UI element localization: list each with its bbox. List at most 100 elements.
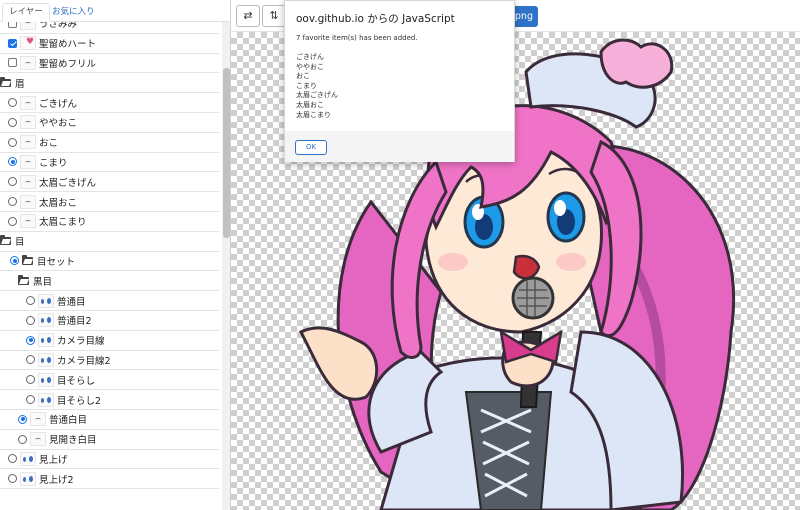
layer-row[interactable]: ごきげん xyxy=(0,93,219,113)
layer-row[interactable]: 見開き白目 xyxy=(0,430,219,450)
layer-row[interactable]: うさみみ xyxy=(0,22,219,34)
layer-radio[interactable] xyxy=(8,474,17,484)
layer-thumbnail xyxy=(38,392,54,407)
layer-radio[interactable] xyxy=(26,375,35,385)
layer-radio[interactable] xyxy=(18,434,27,444)
layer-row[interactable]: 普通白目 xyxy=(0,410,219,430)
layer-radio[interactable] xyxy=(8,177,17,187)
panel-tabs: レイヤー お気に入り xyxy=(0,0,230,22)
layer-row[interactable]: 目そらし xyxy=(0,370,219,391)
layer-checkbox[interactable] xyxy=(8,58,17,68)
layer-radio[interactable] xyxy=(8,98,17,108)
layer-row[interactable]: 太眉こまり xyxy=(0,212,219,232)
layer-tree-scrollbar[interactable] xyxy=(222,22,230,510)
layer-label: 見上げ2 xyxy=(39,474,74,486)
layer-radio[interactable] xyxy=(26,395,35,405)
layer-radio[interactable] xyxy=(8,137,17,147)
layer-radio[interactable] xyxy=(10,256,19,266)
layer-checkbox[interactable] xyxy=(8,22,17,28)
layer-thumbnail xyxy=(20,135,36,150)
layer-label: 黒目 xyxy=(33,276,53,288)
layer-thumbnail xyxy=(20,154,36,169)
layer-label: 普通白目 xyxy=(49,415,88,427)
layer-row[interactable]: 目そらし2 xyxy=(0,390,219,410)
tab-layers[interactable]: レイヤー xyxy=(2,3,50,22)
tab-favorites[interactable]: お気に入り xyxy=(45,3,102,22)
layer-radio[interactable] xyxy=(26,296,35,306)
layer-label: カメラ目線2 xyxy=(57,355,111,367)
layer-thumbnail xyxy=(20,194,36,209)
layer-radio[interactable] xyxy=(26,335,35,345)
layer-row[interactable]: おこ xyxy=(0,133,219,153)
dialog-list-item: 太眉ごきげん xyxy=(296,91,338,100)
layer-label: ややおこ xyxy=(39,118,78,130)
layer-label: 目セット xyxy=(37,256,76,268)
layer-radio[interactable] xyxy=(8,454,17,464)
folder-open-icon xyxy=(0,235,11,246)
cheek-right xyxy=(556,253,586,271)
layer-row[interactable]: 目 xyxy=(0,232,219,252)
layer-radio[interactable] xyxy=(8,157,17,167)
mouth xyxy=(512,254,541,280)
dialog-list-item: 太眉こまり xyxy=(296,110,331,119)
layer-label: 目 xyxy=(15,237,25,249)
layer-thumbnail xyxy=(20,95,36,110)
ok-button[interactable]: OK xyxy=(295,140,327,155)
eye-right-highlight xyxy=(554,200,566,216)
layer-radio[interactable] xyxy=(26,315,35,325)
layer-thumbnail xyxy=(38,352,54,367)
layer-row[interactable]: カメラ目線 xyxy=(0,331,219,351)
layer-radio[interactable] xyxy=(8,117,17,127)
layer-radio[interactable] xyxy=(26,355,35,365)
layer-row[interactable]: 聖留めハート xyxy=(0,34,219,54)
flip-horizontal-button[interactable]: ⇄ xyxy=(236,5,260,27)
layer-row[interactable]: 普通目 xyxy=(0,291,219,311)
dialog-list-item: おこ xyxy=(296,72,310,81)
layer-checkbox[interactable] xyxy=(8,38,17,48)
layer-label: 目そらし xyxy=(57,375,96,387)
layer-row[interactable]: 普通目2 xyxy=(0,311,219,331)
layer-row[interactable]: 太眉ごきげん xyxy=(0,172,219,193)
layer-label: 見開き白目 xyxy=(49,435,97,447)
layer-radio[interactable] xyxy=(8,216,17,226)
layer-row[interactable]: 目セット xyxy=(0,252,219,272)
layer-row[interactable]: 太眉おこ xyxy=(0,192,219,212)
layer-row[interactable]: ややおこ xyxy=(0,113,219,133)
layer-row[interactable]: カメラ目線2 xyxy=(0,351,219,371)
folder-open-icon xyxy=(18,274,29,285)
dialog-message: 7 favorite item(s) has been added. xyxy=(296,34,418,42)
layer-thumbnail xyxy=(38,372,54,387)
layer-radio[interactable] xyxy=(8,197,17,207)
layer-label: ごきげん xyxy=(39,98,78,110)
layer-row[interactable]: 見上げ2 xyxy=(0,469,219,490)
layer-label: 太眉ごきげん xyxy=(39,177,97,189)
layer-thumbnail xyxy=(38,333,54,348)
cheek-left xyxy=(438,253,468,271)
layer-row[interactable]: 見上げ xyxy=(0,450,219,470)
flip-vertical-button[interactable]: ⇅ xyxy=(262,5,286,27)
folder-open-icon xyxy=(22,254,33,265)
layer-radio[interactable] xyxy=(18,414,27,424)
layer-label: 聖留めハート xyxy=(39,39,97,51)
layer-thumbnail xyxy=(30,412,46,427)
layer-label: こまり xyxy=(39,157,68,169)
layer-row[interactable]: 黒目 xyxy=(0,271,219,292)
layer-thumbnail xyxy=(20,451,36,466)
dialog-list-item: こまり xyxy=(296,81,317,90)
layer-row[interactable]: こまり xyxy=(0,153,219,173)
dialog-list-item: 太眉おこ xyxy=(296,100,324,109)
layer-panel: レイヤー お気に入り うさみみ聖留めハート聖留めフリル眉ごきげんややおこおここま… xyxy=(0,0,231,510)
dialog-footer: OK xyxy=(285,131,514,162)
swap-horizontal-icon: ⇄ xyxy=(243,9,253,22)
layer-row[interactable]: 眉 xyxy=(0,73,219,94)
layer-thumbnail xyxy=(30,432,46,447)
layer-label: うさみみ xyxy=(39,22,78,31)
scrollbar-thumb[interactable] xyxy=(223,68,230,238)
layer-label: 太眉おこ xyxy=(39,197,78,209)
layer-label: おこ xyxy=(39,138,59,150)
folder-open-icon xyxy=(0,76,11,87)
layer-thumbnail xyxy=(20,36,36,51)
layer-label: 見上げ xyxy=(39,454,68,466)
layer-row[interactable]: 聖留めフリル xyxy=(0,54,219,74)
dialog-title: oov.github.io からの JavaScript xyxy=(296,13,455,25)
